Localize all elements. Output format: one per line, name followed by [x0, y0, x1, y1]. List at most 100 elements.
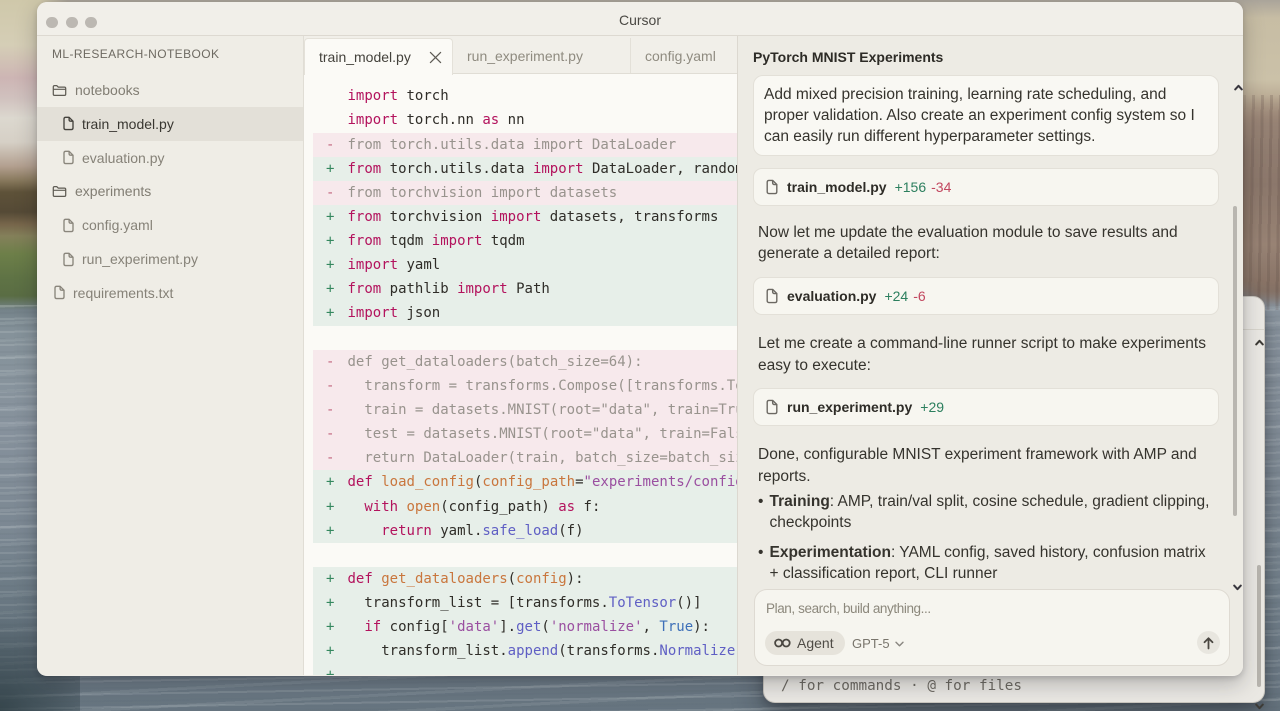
code-line: import torch [304, 84, 737, 108]
code-text: if config['data'].get('normalize', True)… [348, 615, 710, 639]
code-token: as [558, 499, 575, 515]
tab-label: run_experiment.py [467, 48, 583, 64]
file-icon [63, 218, 74, 233]
cursor-window: Cursor ML-RESEARCH-NOTEBOOK notebookstra… [37, 2, 1243, 676]
file-diff-chip-evaluation[interactable]: evaluation.py +24 -6 [753, 277, 1219, 315]
code-token: Path [508, 281, 550, 297]
bullet-item-training: • Training: AMP, train/val split, cosine… [758, 491, 1213, 533]
code-line: +from torchvision import datasets, trans… [304, 205, 737, 229]
code-token: import [348, 112, 399, 128]
code-token: ( [508, 571, 516, 587]
diff-removed-marker: - [326, 422, 334, 446]
tab-run-experiment[interactable]: run_experiment.py [453, 38, 631, 73]
code-text: def get_dataloaders(config): [348, 567, 584, 591]
file-diff-chip-train-model[interactable]: train_model.py +156 -34 [753, 168, 1219, 206]
text-line: generate a detailed report: [758, 243, 1213, 264]
chip-added-count: +24 [884, 288, 908, 304]
code-token: tqdm [482, 233, 524, 249]
bullet-rest-text: : AMP, train/val split, cosine schedule,… [770, 493, 1210, 531]
bullet-bold-text: Training [770, 493, 830, 510]
code-token: (f) [558, 523, 583, 539]
code-token: import [348, 257, 399, 273]
code-text: from torch.utils.data import DataLoader,… [348, 157, 738, 181]
chip-filename: run_experiment.py [787, 399, 912, 415]
sidebar-item-requirements-txt[interactable]: requirements.txt [37, 276, 303, 310]
assistant-message: Let me create a command-line runner scri… [758, 333, 1213, 376]
agent-mode-selector[interactable]: Agent [765, 631, 845, 655]
model-selector[interactable]: GPT-5 [852, 636, 904, 651]
code-line [304, 326, 737, 350]
code-diff-view[interactable]: import torchimport torch.nn as nn-from t… [304, 74, 737, 675]
code-line [304, 543, 737, 567]
diff-added-marker: + [326, 495, 334, 519]
editor-pane: train_model.py run_experiment.py config.… [304, 36, 738, 675]
code-line: + transform_list = [transforms.ToTensor(… [304, 591, 737, 615]
code-token: (config_path) [440, 499, 558, 515]
code-token: import [348, 305, 399, 321]
send-button[interactable] [1197, 631, 1220, 654]
chat-input[interactable]: Plan, search, build anything... Agent GP… [754, 589, 1230, 666]
assistant-message: Now let me update the evaluation module … [758, 222, 1213, 265]
code-line: +def get_dataloaders(config): [304, 567, 737, 591]
code-token: with [364, 499, 398, 515]
diff-added-marker: + [326, 591, 334, 615]
sidebar-item-train-model-py[interactable]: train_model.py [37, 107, 303, 141]
bullet-dot: • [758, 542, 763, 563]
code-text: from torchvision import datasets, transf… [348, 205, 719, 229]
folder-icon-wrap [52, 185, 67, 198]
assistant-message: Done, configurable MNIST experiment fram… [758, 444, 1213, 487]
text-line: Add mixed precision training, learning r… [764, 84, 1208, 105]
sidebar-item-run-experiment-py[interactable]: run_experiment.py [37, 242, 303, 276]
code-token: ToTensor [609, 595, 676, 611]
sidebar-item-config-yaml[interactable]: config.yaml [37, 208, 303, 242]
chat-input-placeholder: Plan, search, build anything... [766, 601, 931, 616]
file-icon [766, 399, 778, 415]
code-line: + with open(config_path) as f: [304, 495, 737, 519]
scrollbar-thumb[interactable] [1257, 565, 1261, 687]
code-text: with open(config_path) as f: [348, 495, 601, 519]
text-line: easy to execute: [758, 355, 1213, 376]
code-token: import [491, 209, 542, 225]
code-line: + transform_list.append(transforms.Norma… [304, 639, 737, 663]
code-line: +import yaml [304, 253, 737, 277]
code-text: return DataLoader(train, batch_size=batc… [348, 446, 738, 470]
scroll-down-icon[interactable] [1255, 697, 1264, 711]
code-token: datasets, transforms [541, 209, 718, 225]
scroll-up-icon[interactable] [1255, 333, 1264, 351]
code-token: config[ [381, 619, 448, 635]
code-token: from [348, 281, 382, 297]
code-line: - return DataLoader(train, batch_size=ba… [304, 446, 737, 470]
code-text: import torch [348, 84, 449, 108]
code-token: ): [567, 571, 584, 587]
code-token: yaml [398, 257, 440, 273]
code-token: Normalize [659, 643, 735, 659]
code-line: + if config['data'].get('normalize', Tru… [304, 615, 737, 639]
code-token: transform_list. [348, 643, 508, 659]
chat-scroll-up-icon[interactable] [1234, 78, 1243, 96]
code-text: from torch.utils.data import DataLoader [348, 133, 677, 157]
infinity-icon [774, 638, 791, 648]
chip-filename: train_model.py [787, 179, 887, 195]
file-icon [63, 252, 74, 267]
text-line: Now let me update the evaluation module … [758, 222, 1213, 243]
chat-scrollbar-thumb[interactable] [1233, 206, 1237, 516]
code-token: import [457, 281, 508, 297]
bullet-dot: • [758, 491, 763, 512]
close-tab-icon[interactable] [429, 51, 442, 64]
sidebar-item-experiments[interactable]: experiments [37, 174, 303, 208]
diff-removed-marker: - [326, 181, 334, 205]
code-text: def load_config(config_path="experiments… [348, 470, 738, 494]
chat-scroll-down-icon[interactable] [1233, 578, 1242, 596]
code-token: config_path [482, 474, 575, 490]
sidebar-item-evaluation-py[interactable]: evaluation.py [37, 141, 303, 175]
tab-train-model[interactable]: train_model.py [304, 38, 453, 75]
code-line: +from pathlib import Path [304, 277, 737, 301]
code-token: DataLoader, random_split [584, 161, 737, 177]
diff-added-marker: + [326, 157, 334, 181]
file-diff-chip-run-experiment[interactable]: run_experiment.py +29 [753, 388, 1219, 426]
code-text: from tqdm import tqdm [348, 229, 525, 253]
sidebar-item-notebooks[interactable]: notebooks [37, 73, 303, 107]
folder-icon [52, 185, 67, 198]
window-title: Cursor [37, 2, 1243, 36]
code-token: nn [499, 112, 524, 128]
